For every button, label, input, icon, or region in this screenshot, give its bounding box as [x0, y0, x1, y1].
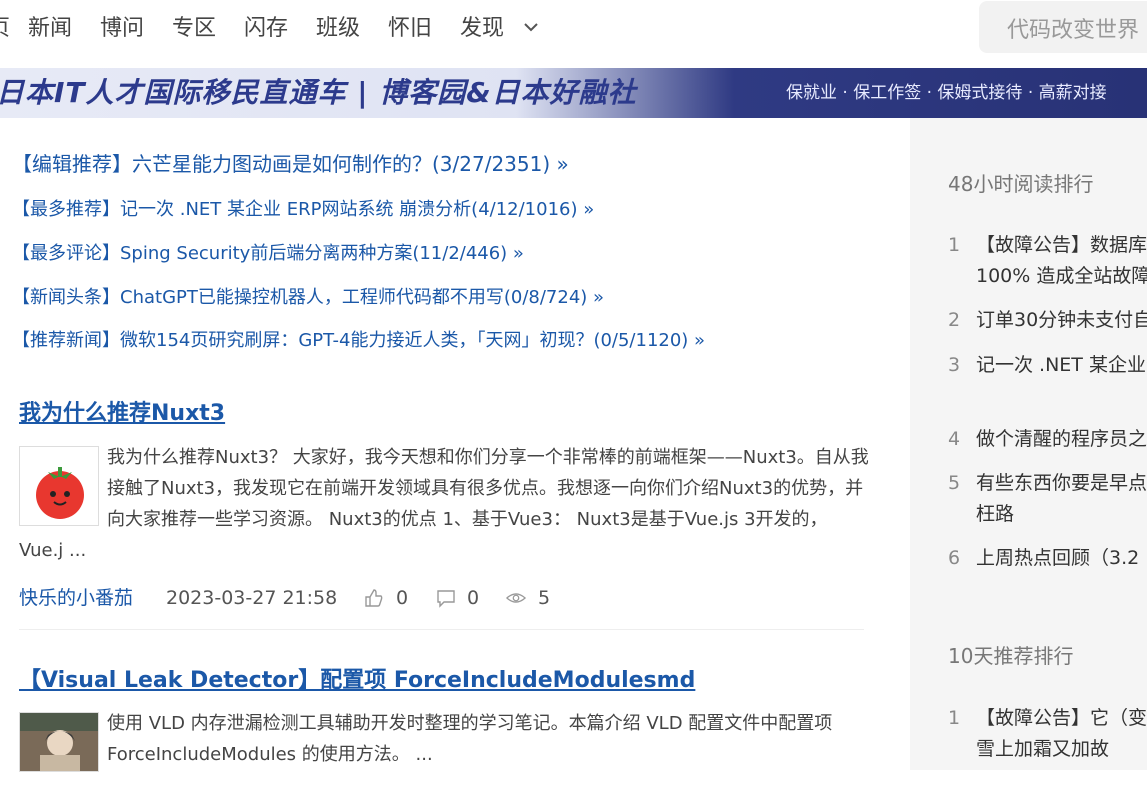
ranking-number: 2: [948, 309, 961, 331]
ranking-item[interactable]: 2 订单30分钟未支付自: [948, 305, 1147, 336]
post-summary-text: 使用 VLD 内存泄漏检测工具辅助开发时整理的学习笔记。本篇介绍 VLD 配置文…: [107, 713, 833, 765]
top-navigation: 页 新闻 博问 专区 闪存 班级 怀旧 发现 代码改变世界: [0, 0, 1147, 68]
post-title[interactable]: 【Visual Leak Detector】配置项 ForceIncludeMo…: [19, 662, 695, 694]
nav-item-home[interactable]: 页: [0, 14, 10, 44]
nav-item-class[interactable]: 班级: [316, 14, 360, 44]
search-placeholder: 代码改变世界: [1007, 18, 1140, 43]
sidebar-heading-10d: 10天推荐排行: [948, 644, 1074, 668]
recommend-link-most-commented[interactable]: 【最多评论】Sping Security前后端分离两种方案(11/2/446) …: [12, 242, 524, 266]
nav-item-zone[interactable]: 专区: [172, 14, 216, 44]
ranking-item[interactable]: 1 【故障公告】它（变了，雪上加霜又加故: [948, 703, 1147, 765]
eye-icon: [506, 593, 526, 603]
ranking-link[interactable]: 记一次 .NET 某企业分析: [976, 350, 1147, 381]
ranking-link[interactable]: 订单30分钟未支付自: [976, 305, 1147, 336]
ranking-number: 1: [948, 234, 961, 256]
post-summary: 使用 VLD 内存泄漏检测工具辅助开发时整理的学习笔记。本篇介绍 VLD 配置文…: [19, 708, 869, 788]
ranking-number: 4: [948, 428, 961, 450]
thumbs-up-icon[interactable]: [364, 588, 384, 608]
post-divider: [19, 629, 864, 630]
ranking-item[interactable]: 4 做个清醒的程序员之: [948, 424, 1147, 455]
post-summary: 我为什么推荐Nuxt3？ 大家好，我今天想和你们分享一个非常棒的前端框架——Nu…: [19, 442, 869, 566]
ranking-link[interactable]: 【故障公告】它（变了，雪上加霜又加故: [976, 703, 1147, 765]
search-input[interactable]: 代码改变世界: [979, 1, 1147, 53]
ranking-item[interactable]: 5 有些东西你要是早点多冤枉路: [948, 468, 1147, 530]
post-author[interactable]: 快乐的小番茄: [19, 585, 133, 611]
ranking-number: 6: [948, 547, 961, 569]
recommend-link-news-headline[interactable]: 【新闻头条】ChatGPT已能操控机器人，工程师代码都不用写(0/8/724) …: [12, 286, 604, 310]
ranking-number: 1: [948, 707, 961, 729]
recommend-link-news-recommend[interactable]: 【推荐新闻】微软154页研究刷屏：GPT-4能力接近人类，「天网」初现？(0/5…: [12, 329, 705, 353]
ranking-number: 3: [948, 354, 961, 376]
post-date: 2023-03-27 21:58: [166, 587, 338, 609]
post-title[interactable]: 我为什么推荐Nuxt3: [19, 395, 225, 427]
ranking-link[interactable]: 做个清醒的程序员之: [976, 424, 1147, 455]
nav-item-flash[interactable]: 闪存: [244, 14, 288, 44]
comment-icon[interactable]: [436, 588, 456, 608]
chevron-down-icon[interactable]: [521, 17, 541, 37]
nav-item-questions[interactable]: 博问: [100, 14, 144, 44]
nav-item-discover[interactable]: 发现: [460, 14, 504, 44]
sidebar: 48小时阅读排行 1 【故障公告】数据库100% 造成全站故障 2 订单30分钟…: [910, 118, 1147, 770]
like-count: 0: [396, 587, 409, 609]
banner-subtitle: 保就业 · 保工作签 · 保姆式接待 · 高薪对接: [786, 83, 1107, 103]
recommend-link-most-liked[interactable]: 【最多推荐】记一次 .NET 某企业 ERP网站系统 崩溃分析(4/12/101…: [12, 198, 594, 222]
ranking-number: 5: [948, 472, 961, 494]
comment-count: 0: [467, 587, 480, 609]
nav-item-news[interactable]: 新闻: [28, 14, 72, 44]
ranking-item[interactable]: 1 【故障公告】数据库100% 造成全站故障: [948, 230, 1147, 292]
ranking-link[interactable]: 有些东西你要是早点多冤枉路: [976, 468, 1147, 530]
sidebar-heading-48h: 48小时阅读排行: [948, 172, 1094, 196]
recommend-link-editor[interactable]: 【编辑推荐】六芒星能力图动画是如何制作的？(3/27/2351) »: [12, 152, 569, 176]
ranking-link[interactable]: 上周热点回顾（3.2: [976, 543, 1147, 574]
view-count: 5: [538, 587, 551, 609]
ranking-item[interactable]: 6 上周热点回顾（3.2: [948, 543, 1147, 574]
banner-title: 日本IT人才国际移民直通车 | 博客园&日本好融社: [0, 76, 637, 109]
nav-item-nostalgia[interactable]: 怀旧: [388, 14, 432, 44]
ad-banner[interactable]: 日本IT人才国际移民直通车 | 博客园&日本好融社 保就业 · 保工作签 · 保…: [0, 68, 1147, 118]
ranking-item[interactable]: 3 记一次 .NET 某企业分析: [948, 350, 1147, 412]
ranking-link[interactable]: 【故障公告】数据库100% 造成全站故障: [976, 230, 1147, 292]
post-summary-text: 我为什么推荐Nuxt3？ 大家好，我今天想和你们分享一个非常棒的前端框架——Nu…: [19, 447, 869, 561]
